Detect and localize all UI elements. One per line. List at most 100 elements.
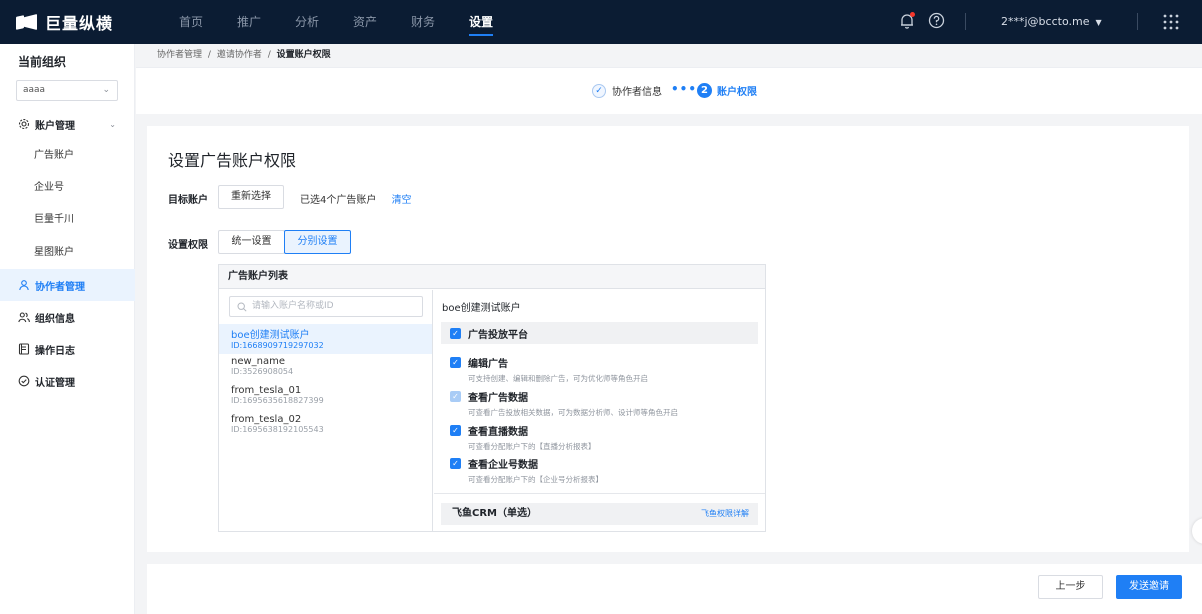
caret-down-icon: ▼ [1095, 18, 1102, 27]
gear-icon [18, 118, 30, 130]
sidebar-group-label: 协作者管理 [35, 281, 85, 293]
help-icon[interactable] [928, 12, 945, 29]
search-icon [237, 301, 247, 312]
sidebar-group-label: 认证管理 [35, 377, 75, 389]
platform-label: 广告投放平台 [468, 329, 528, 341]
sidebar-item-collaborators[interactable]: 协作者管理 [0, 269, 135, 301]
org-title: 当前组织 [18, 55, 67, 69]
sidebar-group-label: 组织信息 [35, 313, 75, 325]
permission-label: 编辑广告 [468, 359, 508, 370]
account-list-item[interactable]: boe创建测试账户 ID:1668909719297032 [219, 324, 432, 354]
permission-label: 查看企业号数据 [468, 460, 538, 471]
nav-home[interactable]: 首页 [162, 0, 220, 44]
step-collaborator-info: ✓ 协作者信息 [592, 83, 662, 98]
sidebar-item-ad-accounts[interactable]: 广告账户 [0, 140, 135, 172]
nav-settings[interactable]: 设置 [452, 0, 510, 44]
account-name: from_tesla_01 [231, 385, 302, 396]
divider [434, 493, 765, 494]
chevron-down-icon: ⌄ [102, 85, 110, 95]
step-indicator: ✓ 协作者信息 ••• 2 账户权限 [136, 67, 1202, 114]
nav-analysis[interactable]: 分析 [278, 0, 336, 44]
reselect-button[interactable]: 重新选择 [218, 185, 284, 209]
topbar-divider [1137, 13, 1138, 30]
permission-desc: 可支持创建、编辑和删除广告，可为优化师等角色开启 [468, 374, 648, 383]
unified-setting-button[interactable]: 统一设置 [218, 230, 285, 254]
user-account-menu[interactable]: 2***j@bccto.me ▼ [1001, 0, 1102, 44]
sidebar-item-xingtu[interactable]: 星图账户 [0, 237, 135, 269]
checkbox-checked[interactable]: ✓ [450, 425, 461, 436]
permission-view-live-data: ✓ 查看直播数据 可查看分配账户下的【直播分析报表】 [450, 423, 750, 452]
breadcrumb-invite[interactable]: 邀请协作者 [217, 50, 262, 60]
breadcrumb-collaborators[interactable]: 协作者管理 [157, 50, 202, 60]
sidebar-group-account-management[interactable]: 账户管理 ⌄ [0, 108, 135, 140]
selected-account-title: boe创建测试账户 [442, 303, 521, 314]
sidebar: 当前组织 aaaa ⌄ 账户管理 ⌄ 广告账户 企业号 巨量千川 星图账户 协作… [0, 44, 135, 614]
side-drawer-handle[interactable] [1192, 518, 1202, 544]
sidebar-item-org-info[interactable]: 组织信息 [0, 301, 135, 333]
permission-view-enterprise-data: ✓ 查看企业号数据 可查看分配账户下的【企业号分析报表】 [450, 456, 750, 485]
log-icon [18, 343, 30, 355]
selected-accounts-info: 已选4个广告账户 清空 [300, 191, 412, 206]
clear-link[interactable]: 清空 [392, 195, 412, 206]
account-id: ID:3526908054 [231, 367, 294, 376]
step-account-permissions: 2 账户权限 [697, 83, 757, 98]
breadcrumb-separator: / [207, 50, 211, 60]
permission-desc: 可查看广告投放相关数据，可为数据分析师、设计师等角色开启 [468, 408, 678, 417]
checkbox-checked-disabled: ✓ [450, 391, 461, 402]
step-connector: ••• [671, 82, 698, 96]
account-id: ID:1695635618827399 [231, 396, 324, 405]
step-label: 协作者信息 [612, 87, 662, 98]
nav-finance[interactable]: 财务 [394, 0, 452, 44]
selected-count-text: 已选4个广告账户 [300, 195, 377, 206]
check-icon: ✓ [592, 83, 606, 98]
step-label: 账户权限 [717, 87, 757, 98]
permission-edit-ads: ✓ 编辑广告 可支持创建、编辑和删除广告，可为优化师等角色开启 [450, 355, 750, 384]
crm-label: 飞鱼CRM（单选） [452, 508, 537, 519]
nav-promotion[interactable]: 推广 [220, 0, 278, 44]
target-account-label: 目标账户 [168, 195, 208, 206]
sidebar-item-verification[interactable]: 认证管理 [0, 365, 135, 397]
account-name: from_tesla_02 [231, 414, 302, 425]
account-search-input[interactable]: 请输入账户名称或ID [229, 296, 423, 317]
sidebar-item-operation-log[interactable]: 操作日志 [0, 333, 135, 365]
shield-check-icon [18, 375, 30, 387]
notification-bell-icon[interactable] [898, 12, 916, 30]
breadcrumb-separator: / [267, 50, 271, 60]
checkbox-checked[interactable]: ✓ [450, 458, 461, 469]
main-nav: 首页 推广 分析 资产 财务 设置 [162, 0, 510, 44]
account-list-item[interactable]: from_tesla_01 ID:1695635618827399 [219, 383, 432, 413]
send-invite-button[interactable]: 发送邀请 [1116, 575, 1182, 599]
permission-label: 查看直播数据 [468, 427, 528, 438]
sidebar-item-qianchuan[interactable]: 巨量千川 [0, 204, 135, 236]
org-select-value: aaaa [23, 85, 46, 95]
sidebar-item-enterprise[interactable]: 企业号 [0, 172, 135, 204]
account-list: 请输入账户名称或ID boe创建测试账户 ID:1668909719297032… [219, 290, 433, 532]
permission-label: 查看广告数据 [468, 393, 528, 404]
checkbox-checked[interactable]: ✓ [450, 357, 461, 368]
app-grid-icon[interactable] [1162, 13, 1180, 31]
crm-detail-link[interactable]: 飞鱼权限详解 [701, 503, 749, 525]
notification-dot [910, 12, 915, 17]
topbar-divider [965, 13, 966, 30]
brand-logo[interactable]: 巨量纵横 [0, 0, 162, 44]
permission-card: 设置广告账户权限 目标账户 重新选择 已选4个广告账户 清空 设置权限 统一设置… [147, 126, 1189, 552]
sidebar-group-label: 账户管理 [35, 120, 75, 132]
panel-title: 广告账户列表 [219, 265, 765, 289]
permission-desc: 可查看分配账户下的【直播分析报表】 [468, 442, 596, 451]
chevron-down-icon: ⌄ [109, 119, 116, 129]
breadcrumb-current: 设置账户权限 [276, 50, 331, 60]
org-select[interactable]: aaaa ⌄ [16, 80, 118, 101]
checkbox-checked[interactable]: ✓ [450, 327, 461, 339]
footer-bar: 上一步 发送邀请 [147, 564, 1202, 614]
permission-detail: boe创建测试账户 ✓ 广告投放平台 ✓ 编辑广告 可支持创建、编辑和删除广告，可… [434, 290, 765, 532]
nav-assets[interactable]: 资产 [336, 0, 394, 44]
account-list-item[interactable]: from_tesla_02 ID:1695638192105543 [219, 412, 432, 442]
breadcrumb: 协作者管理 / 邀请协作者 / 设置账户权限 [157, 47, 331, 60]
separate-setting-button[interactable]: 分别设置 [284, 230, 351, 254]
prev-step-button[interactable]: 上一步 [1038, 575, 1103, 599]
crm-permission-header: 飞鱼CRM（单选） 飞鱼权限详解 [441, 503, 758, 525]
brand-logo-mark [16, 13, 40, 31]
account-id: ID:1668909719297032 [231, 341, 324, 350]
account-list-item[interactable]: new_name ID:3526908054 [219, 354, 432, 384]
step-number: 2 [697, 83, 712, 98]
